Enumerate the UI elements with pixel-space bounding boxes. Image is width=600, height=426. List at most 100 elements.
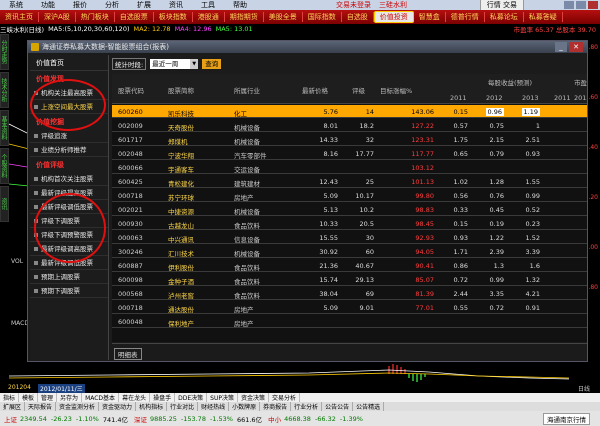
toolbar-item[interactable]: 自选股票 (115, 12, 154, 22)
extension-tab[interactable]: 小数牌原 (229, 402, 261, 411)
table-row[interactable]: 002009 天奇股份 机械设备 8.01 18.2 127.22 0.57 0.75 1 (112, 119, 587, 132)
extension-tab[interactable]: 行业对比 (167, 402, 199, 411)
extension-tab[interactable]: 天际报告 (25, 402, 57, 411)
side-menu-item[interactable]: 机构首次关注股票 (30, 172, 108, 186)
toolbar-item[interactable]: 价值投资 (373, 11, 414, 23)
sh-label[interactable]: 上证 (4, 414, 17, 424)
indicator-tab[interactable]: SUP决策 (207, 393, 238, 402)
indicator-tab[interactable]: 指标 (0, 393, 20, 402)
side-menu-item[interactable]: 最新评级调高股票 (30, 242, 108, 256)
window-minimize-button[interactable]: _ (555, 42, 567, 52)
menu-info[interactable]: 资讯 (160, 0, 192, 10)
extension-tab[interactable]: 公告精选 (353, 402, 385, 411)
col-upside[interactable]: 目标涨幅% (380, 85, 412, 95)
table-row[interactable]: 600260 凯乐科技 化工 5.76 14 143.06 0.15 0.96 1.19 (112, 105, 587, 118)
table-row[interactable]: 600066 宇通客车 交运设备 103.12 (112, 161, 587, 174)
table-row[interactable]: 600048 保利地产 房地产 (112, 315, 587, 328)
side-section-title[interactable]: 价值挖掘 (30, 114, 108, 129)
menu-quote[interactable]: 报价 (64, 0, 96, 10)
table-row[interactable]: 000568 泸州老窖 食品饮料 38.04 69 81.39 2.44 3.35 4.21 (112, 287, 587, 300)
close-window-button[interactable] (588, 1, 598, 9)
extension-tab[interactable]: 资金驱动力 (99, 402, 137, 411)
side-menu-item[interactable]: 业绩分析师推荐 (30, 143, 108, 157)
extension-tab[interactable]: 券商报告 (260, 402, 292, 411)
side-menu-item[interactable]: 上涨空间最大股票 (30, 100, 108, 114)
left-tab[interactable]: 资讯 (0, 186, 9, 222)
zx-label[interactable]: 中小 (268, 414, 281, 424)
left-tab[interactable]: 技术分析 (0, 72, 9, 108)
period-select[interactable]: 最近一周 ▼ (150, 59, 199, 69)
indicator-tab[interactable]: 资金决策 (238, 393, 269, 402)
menu-analysis[interactable]: 分析 (96, 0, 128, 10)
toolbar-item[interactable]: 私募论坛 (485, 12, 524, 22)
toolbar-item[interactable]: 国际指数 (303, 12, 342, 22)
window-titlebar[interactable]: 海通证券私募大数据-智能股票组合(报表) (28, 41, 587, 53)
window-close-button[interactable]: ✕ (569, 42, 583, 52)
side-menu-item[interactable]: 最新评级提高股票 (30, 186, 108, 200)
side-menu-item[interactable]: 最新评级调低股票 (30, 200, 108, 214)
extension-tab[interactable]: 财经热线 (198, 402, 230, 411)
left-tab[interactable]: 基本资料 (0, 110, 9, 146)
toolbar-item[interactable]: 智慧盒 (414, 12, 446, 22)
toolbar-item[interactable]: 深沪A股 (39, 12, 76, 22)
indicator-tab[interactable]: 管理 (38, 393, 58, 402)
side-section-title[interactable]: 价值发现 (30, 71, 108, 86)
menu-extend[interactable]: 扩展 (128, 0, 160, 10)
table-row[interactable]: 000718 苏宁环球 房地产 5.09 10.17 99.80 0.56 0.76 0.99 (112, 189, 587, 202)
side-menu-item[interactable]: 机构关注最高股票 (30, 86, 108, 100)
table-row[interactable]: 002021 中捷资源 机械设备 5.13 10.2 98.83 0.33 0.45 0.52 (112, 203, 587, 216)
extension-tab[interactable]: 资金监测分析 (56, 402, 100, 411)
col-rating[interactable]: 评级 (352, 85, 365, 95)
col-year-2012[interactable]: 2012 (486, 94, 503, 102)
left-tab[interactable]: 分时走势 (0, 34, 9, 70)
col-name[interactable]: 股票简称 (168, 85, 194, 95)
side-menu-item[interactable]: 评级追涨 (30, 129, 108, 143)
indicator-tab[interactable]: 交易分析 (269, 393, 300, 402)
toolbar-item[interactable]: 期指期货 (225, 12, 264, 22)
menu-tools[interactable]: 工具 (192, 0, 224, 10)
col-year-2011[interactable]: 2011 (450, 94, 467, 102)
table-row[interactable]: 002048 宁波华翔 汽车零部件 8.16 17.77 117.77 0.65 0.79 0.… (112, 147, 587, 160)
indicator-tab[interactable]: 模板 (19, 393, 39, 402)
side-menu-item[interactable]: 评级下调预警股票 (30, 228, 108, 242)
extension-tab[interactable]: 扩展区 (0, 402, 26, 411)
extension-tab[interactable]: 公告公告 (322, 402, 354, 411)
indicator-tab[interactable]: 另存为 (57, 393, 83, 402)
indicator-tab[interactable]: 操盘手 (150, 393, 176, 402)
table-row[interactable]: 000063 中兴通讯 信息设备 15.55 30 92.93 0.93 1.22 1.52 (112, 231, 587, 244)
toolbar-item[interactable]: 私募答疑 (524, 12, 563, 22)
side-section-title[interactable]: 价值首页 (30, 55, 108, 71)
indicator-tab[interactable]: MACD基本 (82, 393, 120, 402)
table-row[interactable]: 601717 郑煤机 机械设备 14.33 32 123.31 1.75 2.15 2.51 (112, 133, 587, 146)
indicator-tab[interactable]: 幕在龙头 (119, 393, 151, 402)
table-row[interactable]: 000718 通达股份 房地产 5.09 9.01 77.01 0.55 0.72 0.91 (112, 301, 587, 314)
extension-tab[interactable]: 机构指标 (136, 402, 168, 411)
table-row[interactable]: 600098 金种子酒 食品饮料 15.74 29.13 85.07 0.72 0.99 1.3… (112, 273, 587, 286)
sz-label[interactable]: 深证 (134, 414, 147, 424)
toolbar-item[interactable]: 板块指数 (154, 12, 193, 22)
toolbar-item[interactable]: 热门板块 (76, 12, 115, 22)
side-menu-item[interactable]: 最新评级调低股票 (30, 256, 108, 270)
minimize-window-button[interactable] (564, 1, 574, 9)
col-code[interactable]: 股票代码 (118, 85, 144, 95)
col-industry[interactable]: 所属行业 (234, 85, 260, 95)
col-price[interactable]: 最新价格 (302, 85, 328, 95)
table-row[interactable]: 600425 青松建化 建筑建材 12.43 25 101.13 1.02 1.28 1.55 (112, 175, 587, 188)
toolbar-item[interactable]: 资讯主页 (0, 12, 39, 22)
extension-tab[interactable]: 行业分析 (291, 402, 323, 411)
data-source-label[interactable]: 海通南京行情 (543, 412, 590, 425)
col-pe-2011[interactable]: 2011 (554, 94, 571, 102)
menu-help[interactable]: 帮助 (224, 0, 256, 10)
col-year-2013[interactable]: 2013 (522, 94, 539, 102)
menu-system[interactable]: 系统 (0, 0, 32, 10)
side-menu-item[interactable]: 预期下调股票 (30, 284, 108, 298)
side-section-title[interactable]: 价值评级 (30, 157, 108, 172)
detail-button[interactable]: 明细表 (114, 348, 142, 360)
side-menu-item[interactable]: 预期上调股票 (30, 270, 108, 284)
period-type[interactable]: 日线 (578, 384, 590, 393)
col-pe-2012[interactable]: 2012 (574, 94, 587, 102)
toolbar-item[interactable]: 美股全景 (264, 12, 303, 22)
table-row[interactable]: 600887 伊利股份 食品饮料 21.36 40.67 90.41 0.86 1.3 1.6 (112, 259, 587, 272)
side-menu-item[interactable]: 评级下调股票 (30, 214, 108, 228)
table-row[interactable]: 300246 汇川技术 机械设备 30.92 60 94.05 1.71 2.39 3.39 (112, 245, 587, 258)
